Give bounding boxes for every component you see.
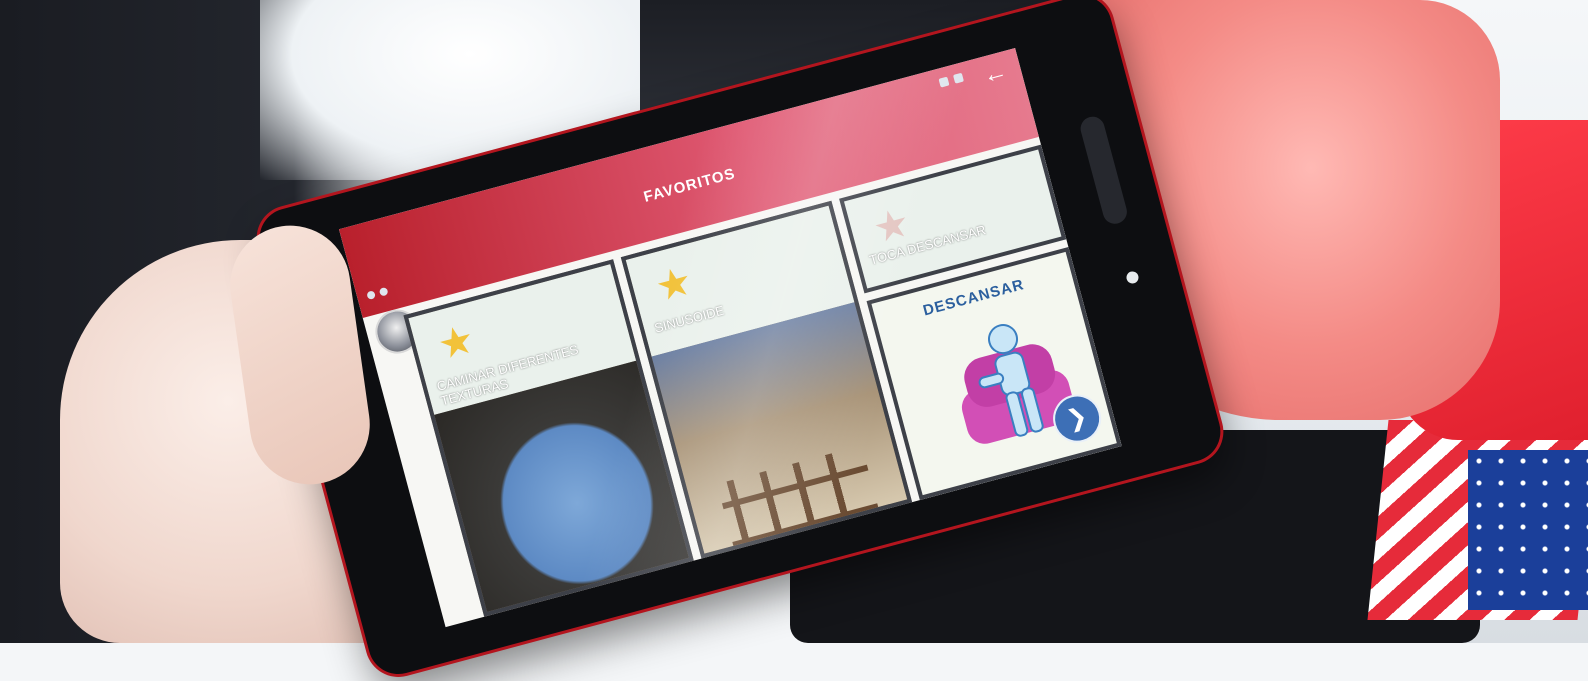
flag-stars bbox=[1468, 450, 1588, 610]
pictogram-card-descansar[interactable]: DESCANSAR ❯ bbox=[866, 247, 1122, 501]
menu-dots-icon[interactable] bbox=[366, 286, 389, 301]
status-bar bbox=[938, 72, 964, 88]
back-arrow-icon[interactable]: ← bbox=[980, 57, 1010, 89]
tablet-speaker bbox=[1077, 114, 1130, 227]
star-icon[interactable]: ★ bbox=[433, 317, 479, 369]
fence-posts bbox=[726, 447, 884, 559]
star-icon[interactable]: ★ bbox=[651, 258, 697, 310]
tablet-sensor bbox=[1125, 270, 1140, 285]
person-in-armchair-icon bbox=[961, 324, 1074, 444]
